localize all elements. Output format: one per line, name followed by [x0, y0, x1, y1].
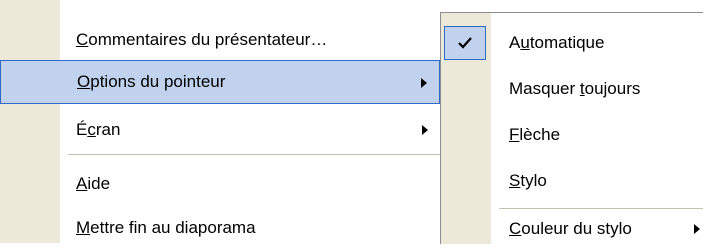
menu-item-label: Stylo: [509, 171, 703, 191]
menu-item-label-first: Masquer: [509, 79, 580, 98]
menu-item-end-show[interactable]: Mettre fin au diaporama: [0, 205, 440, 251]
checkmark-icon: [458, 37, 472, 49]
accelerator-key: u: [520, 33, 530, 52]
pointer-options-submenu: Automatique Masquer toujours Flèche Styl…: [440, 12, 703, 244]
submenu-item-automatic[interactable]: Automatique: [441, 20, 703, 66]
accelerator-key: F: [509, 125, 520, 144]
menu-separator: [68, 154, 440, 155]
accelerator-key: A: [76, 174, 88, 193]
menu-item-help[interactable]: Aide: [0, 161, 440, 207]
menu-item-label-rest: ommentaires du présentateur…: [88, 30, 328, 49]
menu-item-label-rest: ide: [87, 174, 111, 193]
menu-item-label-rest: ettre fin au diaporama: [90, 218, 256, 237]
menu-item-label: Options du pointeur: [77, 72, 439, 92]
submenu-item-pen-color[interactable]: Couleur du stylo: [441, 214, 703, 244]
menu-item-label-rest: ran: [95, 120, 121, 139]
submenu-item-arrow[interactable]: Flèche: [441, 112, 703, 158]
submenu-arrow-icon: [421, 78, 427, 88]
menu-item-label: Mettre fin au diaporama: [76, 218, 440, 238]
checkmark-box: [444, 26, 486, 60]
menu-item-label-rest: tomatique: [529, 33, 605, 52]
menu-item-pointer-options[interactable]: Options du pointeur: [0, 60, 440, 104]
menu-item-label: Flèche: [509, 125, 703, 145]
menu-item-label: Écran: [76, 120, 440, 140]
menu-item-label-first: A: [509, 33, 521, 52]
menu-item-label-first: É: [76, 120, 88, 139]
menu-item-label-rest: ouleur du stylo: [521, 219, 632, 238]
menu-item-label-rest: lèche: [519, 125, 561, 144]
accelerator-key: M: [76, 218, 91, 237]
menu-item-label: Aide: [76, 174, 440, 194]
menu-item-label-rest: oujours: [584, 79, 641, 98]
menu-item-label: Commentaires du présentateur…: [76, 30, 440, 50]
context-menu: Commentaires du présentateur… Options du…: [0, 0, 440, 243]
menu-item-speaker-notes[interactable]: Commentaires du présentateur…: [0, 17, 440, 63]
menu-item-label-rest: tylo: [520, 171, 547, 190]
menu-item-label: Couleur du stylo: [509, 219, 703, 239]
accelerator-key: C: [76, 30, 89, 49]
menu-item-label: Automatique: [509, 33, 703, 53]
accelerator-key: O: [77, 72, 91, 91]
submenu-arrow-icon: [694, 224, 700, 234]
menu-item-screen[interactable]: Écran: [0, 107, 440, 153]
accelerator-key: c: [87, 120, 96, 139]
accelerator-key: C: [509, 219, 522, 238]
submenu-item-always-hide[interactable]: Masquer toujours: [441, 66, 703, 112]
menu-item-label: Masquer toujours: [509, 79, 703, 99]
accelerator-key: S: [509, 171, 521, 190]
menu-separator: [499, 208, 703, 209]
submenu-item-pen[interactable]: Stylo: [441, 158, 703, 204]
menu-item-label-rest: ptions du pointeur: [90, 72, 226, 91]
submenu-arrow-icon: [422, 125, 428, 135]
